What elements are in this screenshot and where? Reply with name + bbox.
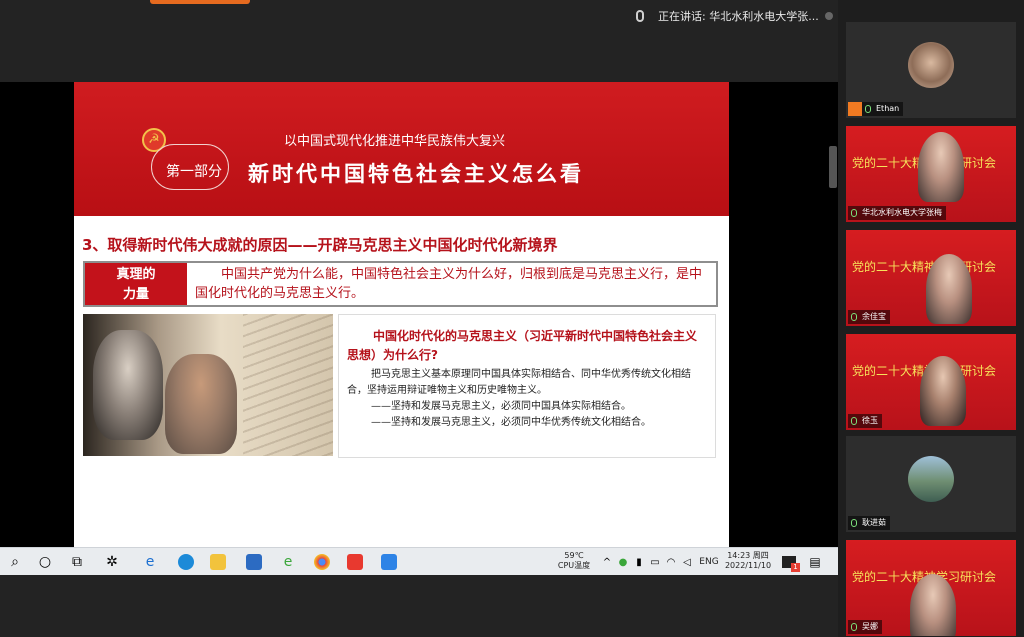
participant-name: 徐玉 (848, 414, 882, 428)
marx-engels-portrait (83, 314, 333, 456)
truth-label: 真理的 力量 (85, 263, 187, 305)
search-icon[interactable]: ⌕ (6, 552, 24, 572)
slide-subtitle: 以中国式现代化推进中华民族伟大复兴 (284, 134, 506, 149)
participant-tile[interactable]: 耿进茹 (846, 436, 1016, 532)
participant-avatar (908, 42, 954, 88)
truth-box: 真理的 力量 中国共产党为什么能，中国特色社会主义为什么好，归根到底是马克思主义… (83, 261, 718, 307)
participant-tile[interactable]: 党的二十大精神学习研讨会 余佳宝 (846, 230, 1016, 326)
security-icon[interactable]: ● (616, 552, 630, 572)
reason-para-3: ——坚持和发展马克思主义，必须同中华优秀传统文化相结合。 (371, 417, 651, 428)
meeting-window: 正在讲话: 华北水利水电大学张... ☭ 第一部分 以中国式现代化推进中华民族伟… (0, 0, 1024, 637)
participant-tile[interactable]: Ethan (846, 22, 1016, 118)
shared-taskbar: ⌕ ○ ⧉ ✲ e e 59℃ CPU温度 ^ ● ▮ ▭ ◠ ◁ ENG 14… (0, 547, 838, 575)
reason-para-1: 把马克思主义基本原理同中国具体实际相结合、同中华优秀传统文化相结合，坚持运用辩证… (347, 369, 691, 396)
reason-para-2: ——坚持和发展马克思主义，必须同中国具体实际相结合。 (371, 401, 631, 412)
participant-tile[interactable]: 党的二十大精神学习研讨会 吴娜 (846, 540, 1016, 636)
participant-video (920, 356, 966, 426)
mic-icon (865, 105, 871, 113)
portrait-figure-1 (93, 330, 163, 440)
meeting-top-bar: 正在讲话: 华北水利水电大学张... (0, 0, 838, 82)
reason-body: 把马克思主义基本原理同中国具体实际相结合、同中华优秀传统文化相结合，坚持运用辩证… (347, 367, 707, 431)
participant-avatar (908, 456, 954, 502)
app-logo-strip (150, 0, 250, 4)
meeting-app-icon[interactable] (378, 552, 400, 572)
edge-icon[interactable] (176, 552, 196, 572)
manuscript-texture (243, 314, 333, 456)
participant-tile[interactable]: 党的二十大精神学习研讨会 华北水利水电大学张梅 (846, 126, 1016, 222)
presentation-slide: ☭ 第一部分 以中国式现代化推进中华民族伟大复兴 新时代中国特色社会主义怎么看 … (74, 82, 729, 547)
battery-icon[interactable]: ▭ (648, 552, 662, 572)
truth-label-line1: 真理的 (116, 267, 156, 282)
mic-tray-icon[interactable]: ▮ (632, 552, 646, 572)
panel-resize-handle[interactable] (829, 146, 837, 188)
clock-time: 14:23 周四 (727, 551, 769, 560)
chrome-icon[interactable] (312, 552, 332, 572)
temp-value: 59℃ (564, 551, 584, 560)
mic-icon (851, 519, 857, 527)
slide-title: 新时代中国特色社会主义怎么看 (248, 162, 584, 186)
video-banner-text: 党的二十大精神学习研讨会 (852, 260, 997, 274)
more-dot-icon[interactable] (824, 12, 833, 20)
host-icon (848, 102, 862, 116)
mic-icon (851, 209, 857, 217)
pinwheel-app-icon[interactable]: ✲ (102, 552, 122, 572)
mic-icon (851, 313, 857, 321)
wps-icon[interactable] (344, 552, 366, 572)
participant-name: Ethan (862, 102, 904, 116)
tray-expand-icon[interactable]: ^ (600, 552, 614, 572)
portrait-figure-2 (165, 354, 237, 454)
speaking-indicator: 正在讲话: 华北水利水电大学张... (636, 6, 833, 26)
participants-panel: Ethan 党的二十大精神学习研讨会 华北水利水电大学张梅 党的二十大精神学习研… (838, 0, 1024, 637)
part-label: 第一部分 (166, 164, 222, 180)
mic-icon (851, 417, 857, 425)
clock-date: 2022/11/10 (724, 561, 772, 570)
cortana-icon[interactable]: ○ (36, 552, 54, 572)
action-center-icon[interactable]: ▤ (806, 552, 824, 572)
reason-box: 中国化时代化的马克思主义（习近平新时代中国特色社会主义思想）为什么行? 把马克思… (338, 314, 716, 458)
notification-icon[interactable]: 1 (780, 552, 800, 572)
cpu-temperature: 59℃ CPU温度 (556, 551, 592, 571)
participant-name: 耿进茹 (848, 516, 890, 530)
task-view-icon[interactable]: ⧉ (68, 552, 86, 572)
section-heading: 3、取得新时代伟大成就的原因——开辟马克思主义中国化时代化新境界 (82, 236, 558, 254)
participant-name: 余佳宝 (848, 310, 890, 324)
store-icon[interactable] (244, 552, 264, 572)
participant-name: 吴娜 (848, 620, 882, 634)
speaking-label: 正在讲话: 华北水利水电大学张... (658, 10, 819, 23)
file-explorer-icon[interactable] (208, 552, 228, 572)
slide-banner: ☭ 第一部分 以中国式现代化推进中华民族伟大复兴 新时代中国特色社会主义怎么看 (74, 82, 729, 216)
participant-video (910, 574, 956, 636)
reason-question: 中国化时代化的马克思主义（习近平新时代中国特色社会主义思想）为什么行? (347, 329, 698, 362)
clock[interactable]: 14:23 周四 2022/11/10 (722, 551, 774, 571)
meeting-bottom-bar (0, 575, 838, 637)
participant-video (918, 132, 964, 202)
participant-video (926, 254, 972, 324)
participant-name: 华北水利水电大学张梅 (848, 206, 946, 220)
wifi-icon[interactable]: ◠ (664, 552, 678, 572)
truth-label-line2: 力量 (122, 287, 149, 302)
ie-browser-icon[interactable]: e (138, 552, 162, 572)
green-browser-icon[interactable]: e (278, 552, 298, 572)
temp-label: CPU温度 (557, 561, 591, 570)
mic-icon (636, 10, 644, 22)
notification-badge: 1 (791, 563, 800, 572)
mic-icon (851, 623, 857, 631)
truth-text: 中国共产党为什么能，中国特色社会主义为什么好，归根到底是马克思主义行，是中国化时… (195, 267, 703, 301)
shared-screen: ☭ 第一部分 以中国式现代化推进中华民族伟大复兴 新时代中国特色社会主义怎么看 … (0, 82, 838, 547)
participant-tile[interactable]: 党的二十大精神学习研讨会 徐玉 (846, 334, 1016, 430)
volume-icon[interactable]: ◁ (680, 552, 694, 572)
language-indicator[interactable]: ENG (698, 557, 720, 567)
